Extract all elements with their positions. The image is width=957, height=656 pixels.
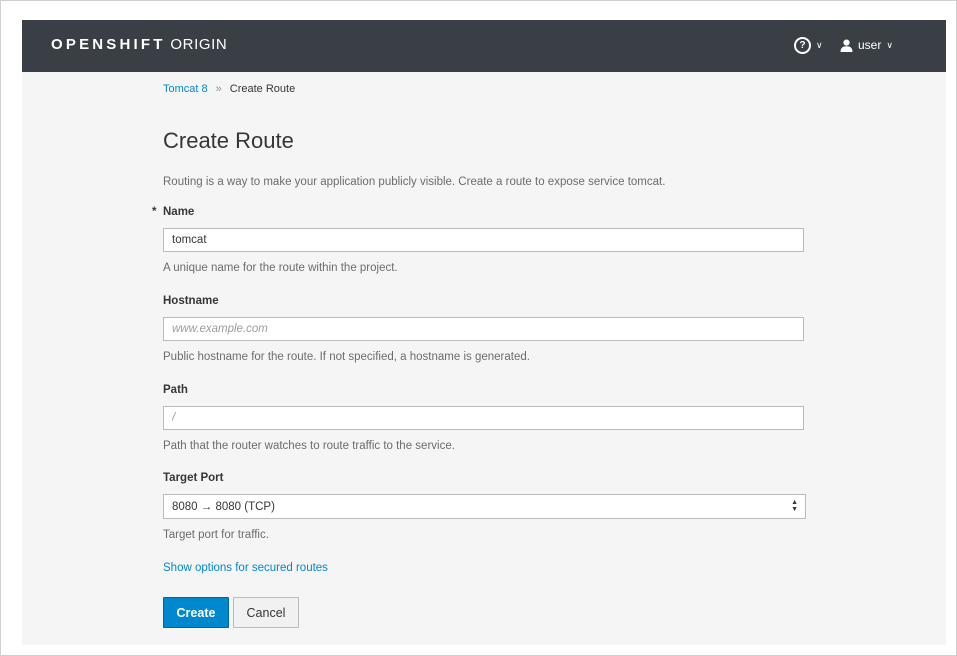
create-button[interactable]: Create [163, 597, 229, 628]
name-label: * Name [152, 206, 195, 218]
breadcrumb-separator: » [215, 83, 222, 95]
required-marker: * [152, 206, 157, 218]
user-menu[interactable]: user ∨ [840, 35, 893, 55]
name-input[interactable] [163, 228, 804, 252]
cancel-button[interactable]: Cancel [233, 597, 299, 628]
brand-light: ORIGIN [165, 36, 228, 53]
top-navbar: OPENSHIFT ORIGIN ? ∨ user ∨ [22, 20, 946, 72]
breadcrumb-parent-link[interactable]: Tomcat 8 [163, 83, 208, 95]
target-port-help: Target port for traffic. [163, 529, 269, 541]
chevron-down-icon: ∨ [886, 39, 893, 50]
hostname-input[interactable] [163, 317, 804, 341]
help-circle-icon: ? [794, 36, 811, 54]
name-help: A unique name for the route within the p… [163, 262, 398, 274]
user-name: user [858, 38, 882, 52]
target-port-label: Target Port [163, 472, 224, 484]
path-label: Path [163, 384, 188, 396]
target-port-value: 8080 → 8080 (TCP) [172, 500, 275, 513]
page-title: Create Route [163, 128, 294, 153]
user-icon [840, 39, 853, 52]
breadcrumb-current: Create Route [229, 83, 296, 95]
brand-bold: OPENSHIFT [51, 36, 166, 53]
target-port-select[interactable]: 8080 → 8080 (TCP) ▲ ▼ [163, 494, 806, 519]
help-menu[interactable]: ? ∨ [794, 35, 823, 55]
brand-logo[interactable]: OPENSHIFT ORIGIN [51, 36, 227, 56]
page-intro: Routing is a way to make your applicatio… [163, 176, 666, 188]
app-window: OPENSHIFT ORIGIN ? ∨ user ∨ Tomcat 8 » C… [22, 20, 946, 645]
show-secured-routes-link[interactable]: Show options for secured routes [163, 562, 328, 574]
hostname-label: Hostname [163, 295, 219, 307]
path-help: Path that the router watches to route tr… [163, 440, 455, 452]
path-input[interactable] [163, 406, 804, 430]
name-label-text: Name [163, 206, 195, 218]
breadcrumb: Tomcat 8 » Create Route [163, 83, 295, 95]
hostname-help: Public hostname for the route. If not sp… [163, 351, 530, 363]
chevron-down-icon: ∨ [816, 39, 823, 50]
select-arrows-icon: ▲ ▼ [791, 499, 798, 513]
